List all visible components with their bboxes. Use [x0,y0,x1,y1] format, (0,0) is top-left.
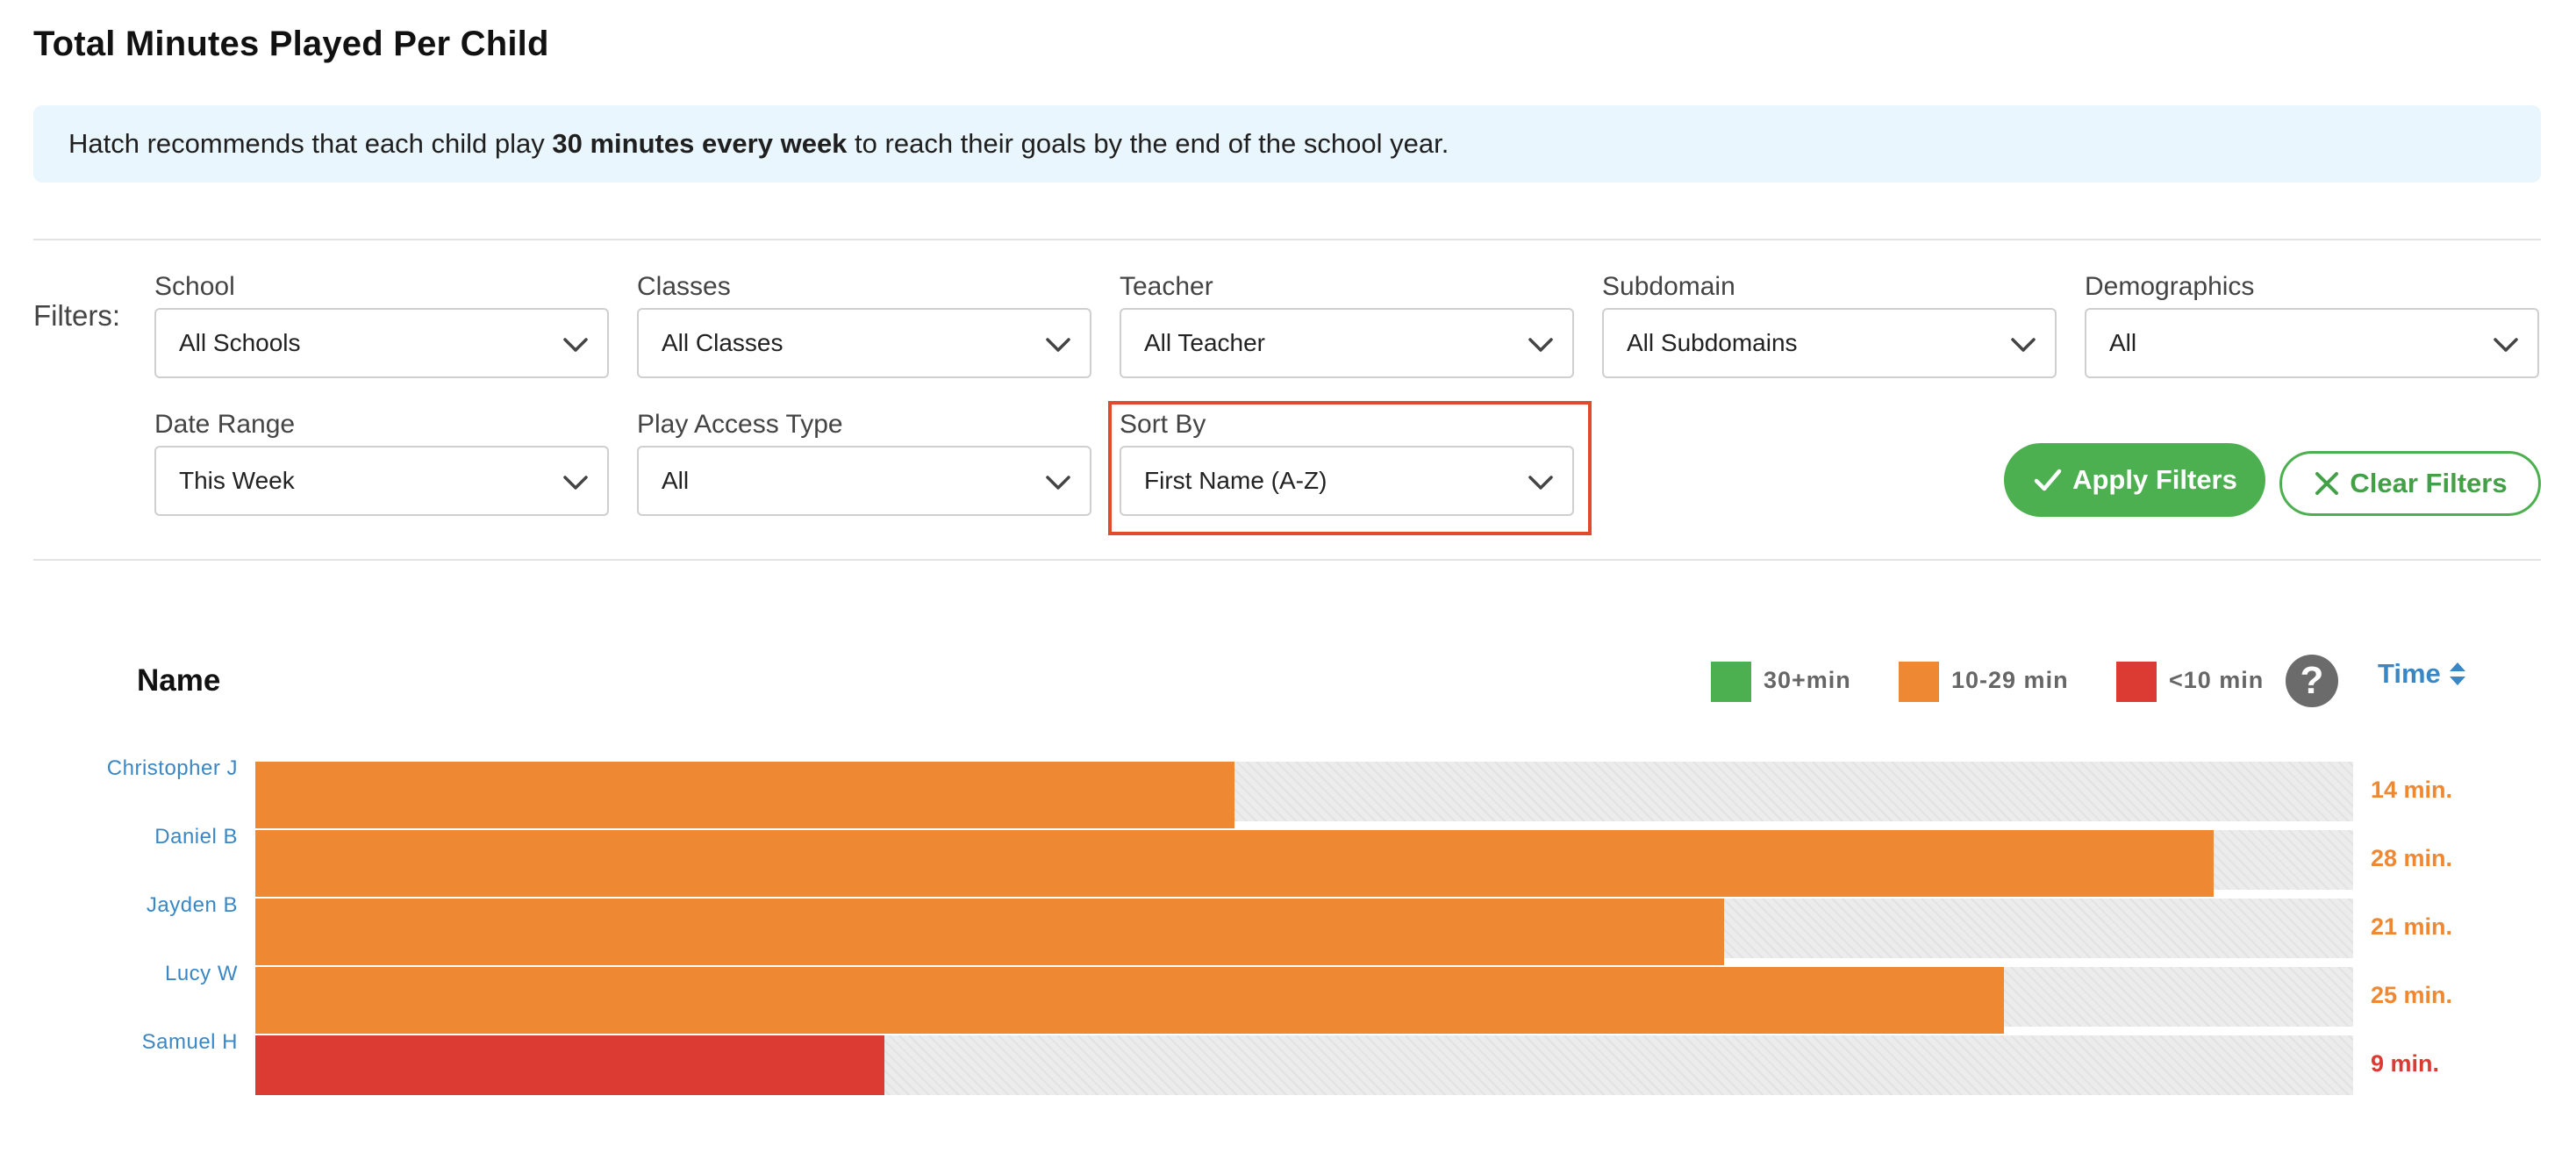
subdomain-select-value: All Subdomains [1627,329,1798,356]
apply-filters-label: Apply Filters [2072,464,2237,495]
bar-track [255,899,2353,965]
teacher-select[interactable]: All Teacher [1120,308,1574,378]
time-sort-label: Time [2378,658,2441,689]
teacher-select-value: All Teacher [1144,329,1266,356]
teacher-filter-label: Teacher [1120,272,1213,301]
bar-track [255,967,2353,1034]
minutes-value-label: 14 min. [2371,777,2453,803]
page-title: Total Minutes Played Per Child [33,25,549,63]
banner-text-suffix: to reach their goals by the end of the s… [847,128,1449,159]
close-icon [2315,472,2339,495]
legend-label-30-plus: 30+min [1764,667,1851,693]
banner-text-bold: 30 minutes every week [552,128,848,159]
minutes-value-label: 25 min. [2371,982,2453,1008]
child-name-label[interactable]: Christopher J [32,756,238,781]
date-range-select-value: This Week [179,467,295,494]
school-select-value: All Schools [179,329,301,356]
play-access-type-select-value: All [662,467,690,494]
legend-label-under-10: <10 min [2169,667,2265,693]
minutes-bar [255,1035,885,1095]
school-filter-label: School [154,272,235,301]
chevron-down-icon [2011,338,2036,352]
question-circle-icon[interactable]: ? [2286,655,2338,707]
legend-swatch-30-plus [1711,662,1751,702]
check-icon [2034,469,2062,491]
clear-filters-button[interactable]: Clear Filters [2279,451,2541,516]
chevron-down-icon [2494,338,2518,352]
chevron-down-icon [1528,338,1553,352]
divider-bottom [33,559,2541,561]
sort-by-filter-label: Sort By [1120,410,1206,439]
apply-filters-button[interactable]: Apply Filters [2004,443,2265,517]
demographics-select-value: All [2109,329,2137,356]
divider-top [33,239,2541,240]
legend-swatch-10-29 [1899,662,1939,702]
chevron-down-icon [563,338,588,352]
minutes-bar [255,899,1724,965]
filters-label: Filters: [33,299,120,332]
subdomain-filter-label: Subdomain [1602,272,1735,301]
minutes-bar [255,830,2214,897]
recommendation-banner: Hatch recommends that each child play 30… [33,105,2541,183]
banner-text-prefix: Hatch recommends that each child play [68,128,553,159]
chevron-down-icon [1528,476,1553,490]
bar-track [255,830,2353,897]
child-name-label[interactable]: Samuel H [32,1030,238,1055]
bar-track [255,1035,2353,1095]
chevron-down-icon [563,476,588,490]
chevron-down-icon [1046,338,1070,352]
date-range-filter-label: Date Range [154,410,296,439]
sort-by-select[interactable]: First Name (A-Z) [1120,446,1574,516]
play-access-type-select[interactable]: All [637,446,1091,516]
sort-by-select-value: First Name (A-Z) [1144,467,1327,494]
chevron-down-icon [1046,476,1070,490]
minutes-value-label: 9 min. [2371,1050,2440,1077]
sort-arrows-icon [2449,662,2465,685]
child-name-label[interactable]: Daniel B [32,825,238,849]
date-range-select[interactable]: This Week [154,446,609,516]
legend-label-10-29: 10-29 min [1951,667,2069,693]
classes-select[interactable]: All Classes [637,308,1091,378]
minutes-value-label: 28 min. [2371,845,2453,871]
minutes-bar [255,967,2004,1034]
subdomain-select[interactable]: All Subdomains [1602,308,2057,378]
classes-select-value: All Classes [662,329,784,356]
time-sort-header[interactable]: Time [2378,658,2467,690]
classes-filter-label: Classes [637,272,731,301]
legend-swatch-under-10 [2116,662,2157,702]
play-access-type-filter-label: Play Access Type [637,410,843,439]
bar-track [255,762,2353,828]
name-column-header: Name [137,663,221,698]
demographics-filter-label: Demographics [2085,272,2255,301]
child-name-label[interactable]: Lucy W [32,962,238,986]
child-name-label[interactable]: Jayden B [32,893,238,918]
demographics-select[interactable]: All [2085,308,2539,378]
minutes-value-label: 21 min. [2371,913,2453,940]
school-select[interactable]: All Schools [154,308,609,378]
minutes-bar [255,762,1234,828]
clear-filters-label: Clear Filters [2350,468,2508,498]
